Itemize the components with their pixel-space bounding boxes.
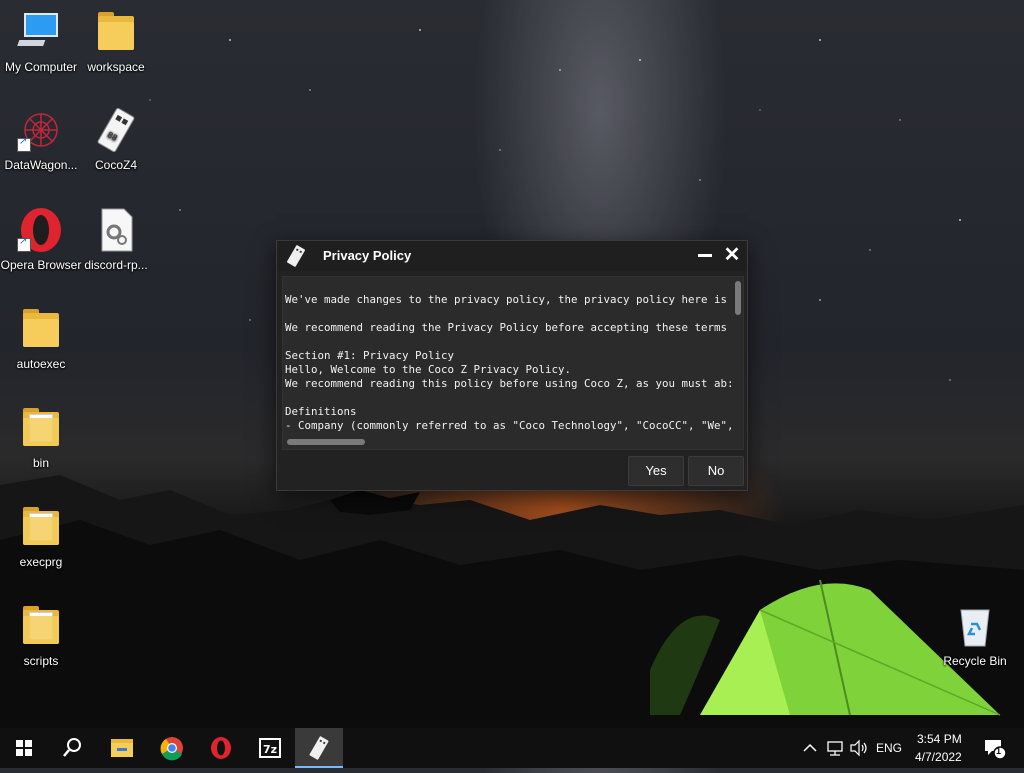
desktop-icon-bin[interactable]: bin — [0, 404, 82, 470]
policy-text: We've made changes to the privacy policy… — [285, 293, 743, 433]
cocoz4-icon: 88 — [92, 106, 140, 154]
policy-line: We recommend reading the Privacy Policy … — [285, 321, 728, 334]
7zip-icon: 7z — [259, 738, 281, 758]
network-icon — [827, 741, 843, 756]
dialog-title: Privacy Policy — [323, 248, 412, 263]
taskbar-7zip[interactable]: 7z — [246, 728, 294, 768]
opera-icon — [17, 206, 65, 254]
desktop-icon-workspace[interactable]: workspace — [75, 8, 157, 74]
speaker-icon — [850, 739, 867, 757]
datawagon-icon — [17, 106, 65, 154]
no-button[interactable]: No — [688, 456, 744, 486]
taskbar: 7z ENG 3:54 PM 4/7/2022 1 — [0, 728, 1024, 768]
policy-line: Hello, Welcome to the Coco Z Privacy Pol… — [285, 363, 572, 376]
desktop-icon-autoexec[interactable]: autoexec — [0, 305, 82, 371]
show-hidden-icons-button[interactable] — [800, 738, 820, 758]
chevron-up-icon — [803, 743, 817, 752]
file-icon — [92, 206, 140, 254]
yes-button[interactable]: Yes — [628, 456, 684, 486]
desktop-icon-cocoz4[interactable]: 88 CocoZ4 — [75, 106, 157, 172]
svg-text:7z: 7z — [263, 743, 277, 756]
desktop-icon-scripts[interactable]: scripts — [0, 602, 82, 668]
policy-line: We've made changes to the privacy policy… — [285, 293, 728, 306]
policy-line: ​ — [285, 335, 743, 349]
policy-text-area[interactable]: We've made changes to the privacy policy… — [282, 276, 744, 450]
recycle-bin-icon — [951, 602, 999, 650]
taskbar-chrome[interactable] — [148, 728, 196, 768]
clock-time[interactable]: 3:54 PM — [917, 732, 962, 746]
desktop-icon-opera[interactable]: Opera Browser — [0, 206, 82, 272]
search-icon — [63, 738, 81, 757]
privacy-policy-dialog: Privacy Policy ✕ We've made changes to t… — [276, 240, 748, 491]
folder-icon — [92, 8, 140, 56]
cocoz4-icon — [285, 245, 307, 267]
notification-count: 1 — [996, 746, 1002, 756]
policy-line: ​ — [285, 307, 743, 321]
folder-icon — [17, 404, 65, 452]
policy-line: Section #1: Privacy Policy — [285, 349, 455, 362]
policy-line: - Company (commonly referred to as "Coco… — [285, 419, 734, 432]
desktop-icon-datawagon[interactable]: DataWagon... — [0, 106, 82, 172]
minimize-button[interactable] — [695, 245, 715, 265]
policy-line: Definitions — [285, 405, 357, 418]
desktop-icon-discord-rp[interactable]: discord-rp... — [75, 206, 157, 272]
search-button[interactable] — [48, 728, 96, 768]
action-center-button[interactable]: 1 — [982, 736, 1008, 760]
desktop-icon-execprg[interactable]: execprg — [0, 503, 82, 569]
clock-date[interactable]: 4/7/2022 — [915, 750, 962, 764]
file-explorer-icon — [111, 739, 133, 757]
policy-line: We recommend reading this policy before … — [285, 377, 734, 390]
desktop-icon-my-computer[interactable]: My Computer — [0, 8, 82, 74]
folder-icon — [17, 602, 65, 650]
close-button[interactable]: ✕ — [722, 244, 742, 266]
horizontal-scrollbar[interactable] — [287, 439, 365, 445]
taskbar-opera[interactable] — [197, 728, 245, 768]
folder-icon — [17, 305, 65, 353]
notification-icon — [985, 740, 1007, 760]
language-indicator[interactable]: ENG — [876, 741, 902, 755]
policy-line: ​ — [285, 391, 743, 405]
network-button[interactable] — [824, 738, 846, 758]
taskbar-cocoz4[interactable] — [295, 728, 343, 768]
dialog-titlebar[interactable]: Privacy Policy ✕ — [277, 241, 747, 271]
taskbar-file-explorer[interactable] — [98, 728, 146, 768]
desktop-icon-recycle-bin[interactable]: Recycle Bin — [934, 602, 1016, 668]
volume-button[interactable] — [848, 738, 870, 758]
start-button[interactable] — [0, 728, 48, 768]
cocoz4-icon — [309, 736, 329, 760]
vertical-scrollbar[interactable] — [735, 281, 741, 315]
chrome-icon — [160, 737, 183, 761]
computer-icon — [17, 8, 65, 56]
opera-icon — [211, 737, 231, 759]
start-icon — [16, 740, 32, 756]
folder-icon — [17, 503, 65, 551]
wallpaper-landscape — [0, 475, 1024, 730]
